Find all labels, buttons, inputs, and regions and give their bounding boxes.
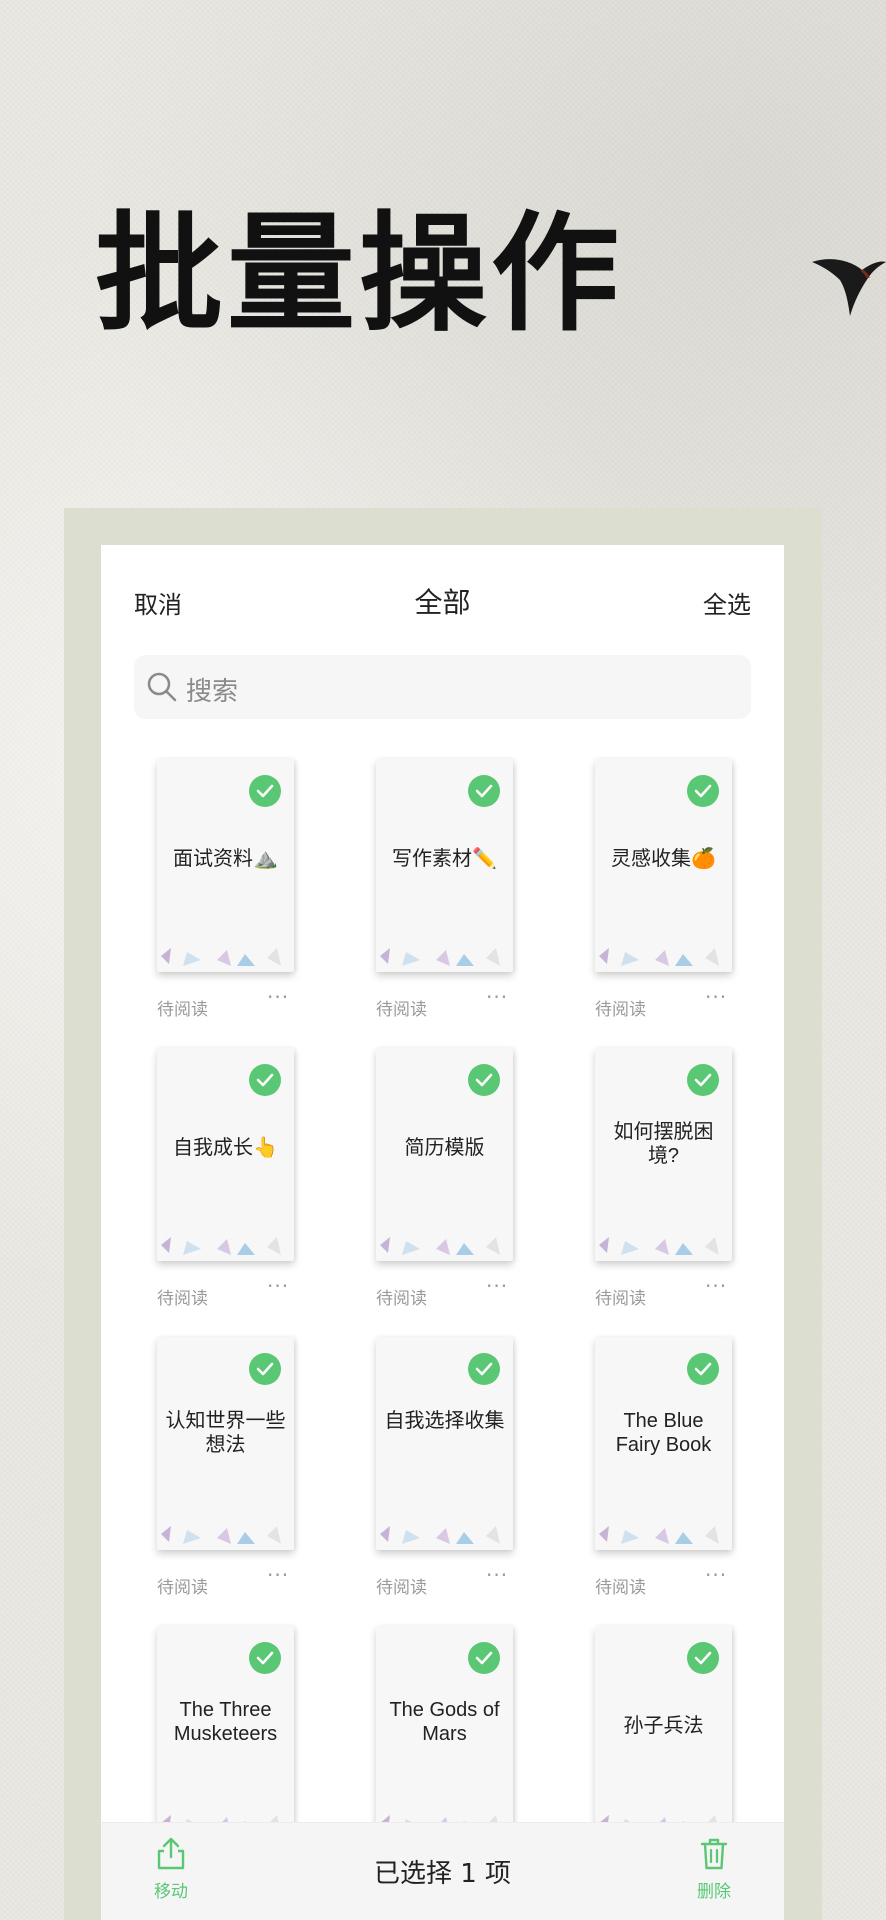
cover-decoration bbox=[161, 1526, 281, 1544]
more-options-button[interactable]: ··· bbox=[486, 985, 508, 1009]
check-icon[interactable] bbox=[468, 775, 500, 807]
more-options-button[interactable]: ··· bbox=[705, 1274, 727, 1298]
search-placeholder: 搜索 bbox=[186, 677, 239, 707]
read-status: 待阅读 bbox=[595, 1000, 646, 1020]
search-icon bbox=[147, 672, 177, 702]
cover-decoration bbox=[161, 1237, 281, 1255]
swallow-icon bbox=[812, 259, 886, 316]
read-status: 待阅读 bbox=[157, 1000, 208, 1020]
book-title: 认知世界一些想法 bbox=[165, 1410, 286, 1456]
more-options-button[interactable]: ··· bbox=[486, 1563, 508, 1587]
cover-decoration bbox=[161, 948, 281, 966]
book-title: 简历模版 bbox=[404, 1137, 485, 1159]
book-item: 简历模版 待阅读 ··· bbox=[356, 1048, 516, 1309]
check-icon[interactable] bbox=[687, 1642, 719, 1674]
check-icon[interactable] bbox=[468, 1642, 500, 1674]
page-title: 全部 bbox=[414, 586, 471, 619]
book-item: 灵感收集🍊 待阅读 ··· bbox=[575, 759, 735, 1020]
book-item: The Blue Fairy Book 待阅读 ··· bbox=[575, 1337, 735, 1598]
book-item: 如何摆脱困境? 待阅读 ··· bbox=[575, 1048, 735, 1309]
check-icon[interactable] bbox=[687, 775, 719, 807]
cover-decoration bbox=[380, 948, 500, 966]
book-cover[interactable]: 自我选择收集 bbox=[376, 1337, 513, 1550]
book-item: 写作素材✏️ 待阅读 ··· bbox=[356, 759, 516, 1020]
bottom-action-bar: 移动 已选择 1 项 删除 bbox=[101, 1822, 784, 1920]
read-status: 待阅读 bbox=[157, 1578, 208, 1598]
check-icon[interactable] bbox=[468, 1064, 500, 1096]
read-status: 待阅读 bbox=[595, 1289, 646, 1309]
read-status: 待阅读 bbox=[376, 1289, 427, 1309]
check-icon[interactable] bbox=[468, 1353, 500, 1385]
book-cover[interactable]: 面试资料⛰️ bbox=[157, 759, 294, 972]
trash-icon bbox=[700, 1838, 728, 1870]
page-headline: 批量操作 bbox=[95, 199, 624, 349]
book-title: 写作素材✏️ bbox=[392, 848, 497, 870]
book-title: The Gods of Mars bbox=[389, 1699, 500, 1745]
book-title: The Three Musketeers bbox=[173, 1699, 278, 1745]
more-options-button[interactable]: ··· bbox=[267, 1274, 289, 1298]
select-all-button[interactable]: 全选 bbox=[703, 585, 751, 620]
book-title: 面试资料⛰️ bbox=[173, 848, 278, 870]
read-status: 待阅读 bbox=[376, 1578, 427, 1598]
book-cover[interactable]: 如何摆脱困境? bbox=[595, 1048, 732, 1261]
delete-label: 删除 bbox=[697, 1882, 731, 1902]
check-icon[interactable] bbox=[687, 1064, 719, 1096]
more-options-button[interactable]: ··· bbox=[705, 1563, 727, 1587]
read-status: 待阅读 bbox=[595, 1578, 646, 1598]
book-title: 自我成长👆 bbox=[173, 1137, 278, 1159]
selection-count: 已选择 1 项 bbox=[373, 1859, 512, 1889]
book-title: 自我选择收集 bbox=[384, 1410, 505, 1432]
check-icon[interactable] bbox=[249, 1642, 281, 1674]
check-icon[interactable] bbox=[687, 1353, 719, 1385]
cover-decoration bbox=[599, 1526, 719, 1544]
book-title: 如何摆脱困境? bbox=[613, 1121, 714, 1167]
book-cover[interactable]: 孙子兵法 bbox=[595, 1626, 732, 1839]
check-icon[interactable] bbox=[249, 1064, 281, 1096]
book-title: 灵感收集🍊 bbox=[611, 848, 716, 870]
book-title: 孙子兵法 bbox=[623, 1715, 704, 1737]
cover-decoration bbox=[380, 1526, 500, 1544]
check-icon[interactable] bbox=[249, 1353, 281, 1385]
book-cover[interactable]: 简历模版 bbox=[376, 1048, 513, 1261]
more-options-button[interactable]: ··· bbox=[705, 985, 727, 1009]
more-options-button[interactable]: ··· bbox=[267, 1563, 289, 1587]
book-item: 自我成长👆 待阅读 ··· bbox=[137, 1048, 297, 1309]
book-cover[interactable]: 认知世界一些想法 bbox=[157, 1337, 294, 1550]
book-cover[interactable]: 自我成长👆 bbox=[157, 1048, 294, 1261]
book-cover[interactable]: 写作素材✏️ bbox=[376, 759, 513, 972]
book-item: 面试资料⛰️ 待阅读 ··· bbox=[137, 759, 297, 1020]
book-item: 认知世界一些想法 待阅读 ··· bbox=[137, 1337, 297, 1598]
phone-screen: 取消 全部 全选 搜索 面试资料⛰️ 待阅读 ··· 写作素材✏️ 待阅读 ··… bbox=[101, 545, 784, 1920]
search-input[interactable]: 搜索 bbox=[134, 655, 751, 719]
read-status: 待阅读 bbox=[157, 1289, 208, 1309]
top-bar: 取消 全部 全选 bbox=[101, 545, 784, 655]
delete-button[interactable]: 删除 bbox=[684, 1837, 744, 1902]
book-cover[interactable]: The Three Musketeers bbox=[157, 1626, 294, 1839]
book-cover[interactable]: The Gods of Mars bbox=[376, 1626, 513, 1839]
check-icon[interactable] bbox=[249, 775, 281, 807]
book-title: The Blue Fairy Book bbox=[615, 1410, 712, 1456]
book-cover[interactable]: 灵感收集🍊 bbox=[595, 759, 732, 972]
cover-decoration bbox=[599, 948, 719, 966]
book-cover[interactable]: The Blue Fairy Book bbox=[595, 1337, 732, 1550]
cover-decoration bbox=[380, 1237, 500, 1255]
cover-decoration bbox=[599, 1237, 719, 1255]
read-status: 待阅读 bbox=[376, 1000, 427, 1020]
more-options-button[interactable]: ··· bbox=[486, 1274, 508, 1298]
book-item: 自我选择收集 待阅读 ··· bbox=[356, 1337, 516, 1598]
more-options-button[interactable]: ··· bbox=[267, 985, 289, 1009]
